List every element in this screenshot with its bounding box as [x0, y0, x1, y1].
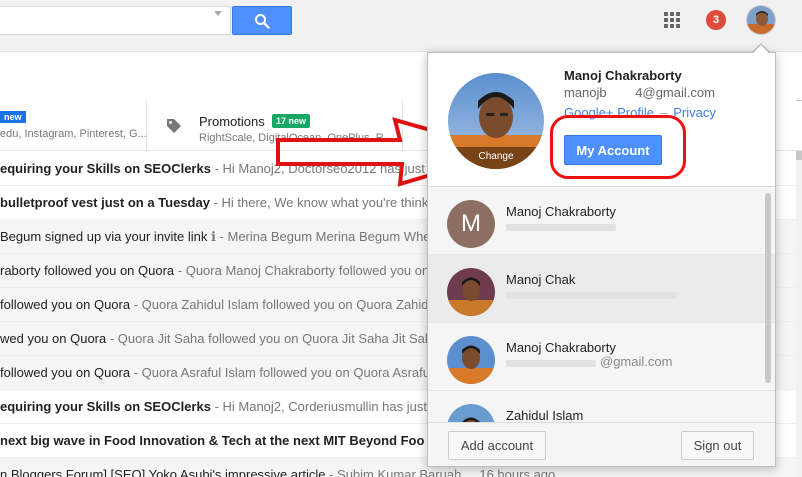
- search-options-caret-icon[interactable]: [214, 11, 222, 16]
- account-avatar[interactable]: [746, 5, 776, 35]
- profile-photo: [747, 6, 775, 34]
- account-letter-avatar: M: [447, 200, 495, 248]
- search-input[interactable]: [0, 6, 231, 35]
- account-name: Manoj Chakraborty: [506, 204, 616, 219]
- profile-name: Manoj Chakraborty: [564, 68, 682, 83]
- account-avatar: [447, 336, 495, 384]
- add-account-button[interactable]: Add account: [448, 431, 546, 460]
- email-snippet: ℹ - Merina Begum Merina Begum Whe...: [207, 229, 442, 244]
- email-subject: n Bloggers Forum] [SEO] Yoko Asubi's imp…: [0, 467, 326, 477]
- account-name: Zahidul Islam: [506, 408, 584, 422]
- account-name: Manoj Chakraborty: [506, 340, 616, 355]
- account-item[interactable]: M Manoj Chakraborty: [428, 187, 775, 255]
- popup-footer: Add account Sign out: [428, 422, 775, 466]
- email-snippet: - Hi Manoj2, Corderiusmullin has just ..…: [210, 399, 442, 414]
- popup-profile-section: Change Manoj Chakraborty manojb 4@gmail.…: [428, 53, 775, 186]
- profile-email: manojb 4@gmail.com: [564, 85, 715, 100]
- search-button[interactable]: [232, 6, 292, 35]
- profile-photo: [447, 404, 495, 422]
- email-subject: equiring your Skills on SEOClerks: [0, 161, 211, 176]
- popup-caret-inner: [753, 45, 769, 53]
- account-item[interactable]: Manoj Chakraborty @gmail.com: [428, 323, 775, 391]
- email-subject: followed you on Quora: [0, 297, 131, 312]
- tab-social[interactable]: new edu, Instagram, Pinterest, G...: [0, 101, 147, 151]
- change-photo-label[interactable]: Change: [448, 147, 544, 169]
- sign-out-button[interactable]: Sign out: [681, 431, 754, 460]
- account-avatar: [447, 404, 495, 422]
- tag-icon: [167, 119, 181, 133]
- email-subject: equiring your Skills on SEOClerks: [0, 399, 211, 414]
- email-subject: next big wave in Food Innovation & Tech …: [0, 433, 425, 448]
- email-snippet: - Hi there, We know what you're think...: [209, 195, 440, 210]
- privacy-link[interactable]: Privacy: [673, 105, 716, 120]
- tab-promotions-title: Promotions: [199, 114, 265, 129]
- account-name: Manoj Chak: [506, 272, 576, 287]
- tab-new-badge: new: [0, 111, 26, 123]
- account-item[interactable]: Manoj Chak: [428, 255, 775, 323]
- red-highlight-annotation: [550, 115, 686, 179]
- notification-badge[interactable]: 3: [706, 10, 726, 30]
- account-email-redacted: [506, 360, 596, 367]
- account-switcher-list: M Manoj Chakraborty Manoj Chak Manoj Cha…: [428, 186, 775, 422]
- email-snippet: - Quora Zahidul Islam followed you on Qu…: [130, 297, 440, 312]
- tab-snippet: edu, Instagram, Pinterest, G...: [0, 128, 147, 140]
- email-snippet: - Subim Kumar Baruah ... 16 hours ago ..…: [325, 467, 570, 477]
- account-popup: Change Manoj Chakraborty manojb 4@gmail.…: [427, 52, 776, 467]
- account-item[interactable]: Zahidul Islam: [428, 391, 775, 422]
- account-avatar: [447, 268, 495, 316]
- top-bar: 3: [0, 0, 802, 52]
- account-email-fragment: @gmail.com: [600, 354, 673, 369]
- email-subject: raborty followed you on Quora: [0, 263, 175, 278]
- apps-grid-icon[interactable]: [664, 12, 680, 28]
- profile-photo-large[interactable]: Change: [448, 73, 544, 169]
- email-subject: wed you on Quora: [0, 331, 107, 346]
- account-email-redacted: [506, 292, 676, 299]
- gmail-window: 3 new edu, Instagram, Pinterest, G... Pr…: [0, 0, 802, 477]
- profile-photo: [447, 268, 495, 316]
- profile-photo: [447, 336, 495, 384]
- email-subject: bulletproof vest just on a Tuesday: [0, 195, 210, 210]
- email-subject: Begum signed up via your invite link: [0, 229, 208, 244]
- email-snippet: - Quora Asraful Islam followed you on Qu…: [130, 365, 444, 380]
- account-list-scrollbar[interactable]: [765, 193, 771, 383]
- search-icon: [255, 13, 270, 29]
- email-subject: followed you on Quora: [0, 365, 131, 380]
- account-email-redacted: [506, 224, 616, 231]
